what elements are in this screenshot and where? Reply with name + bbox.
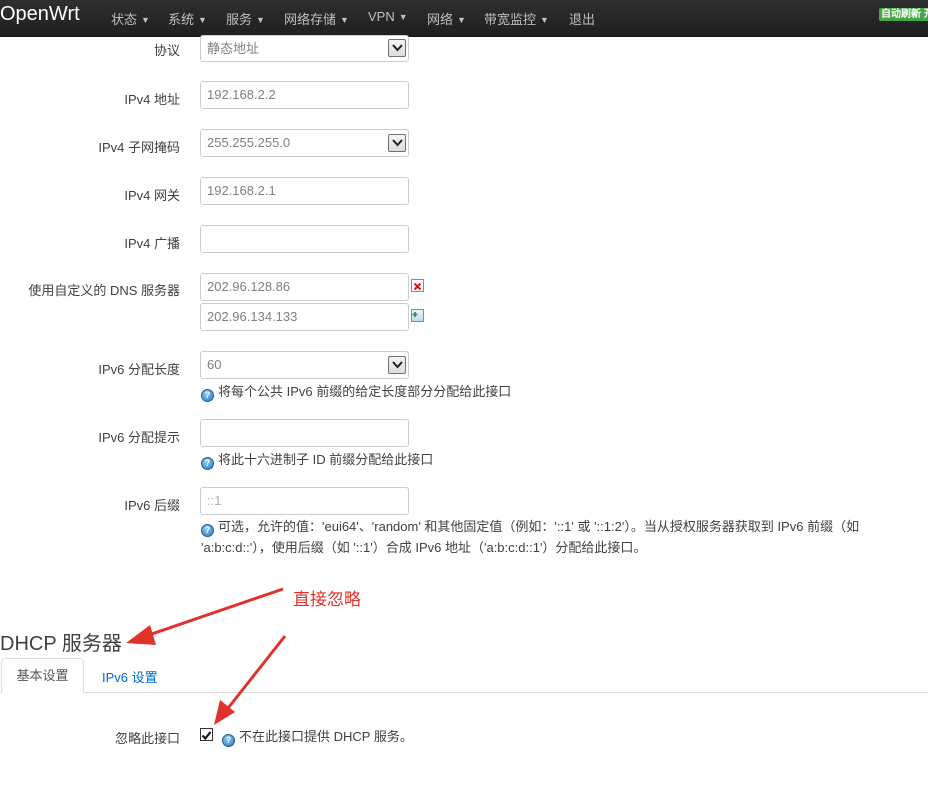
arrow-icon: [126, 587, 284, 645]
arrow-icon: [214, 635, 287, 725]
annotation-arrows: [126, 587, 287, 725]
